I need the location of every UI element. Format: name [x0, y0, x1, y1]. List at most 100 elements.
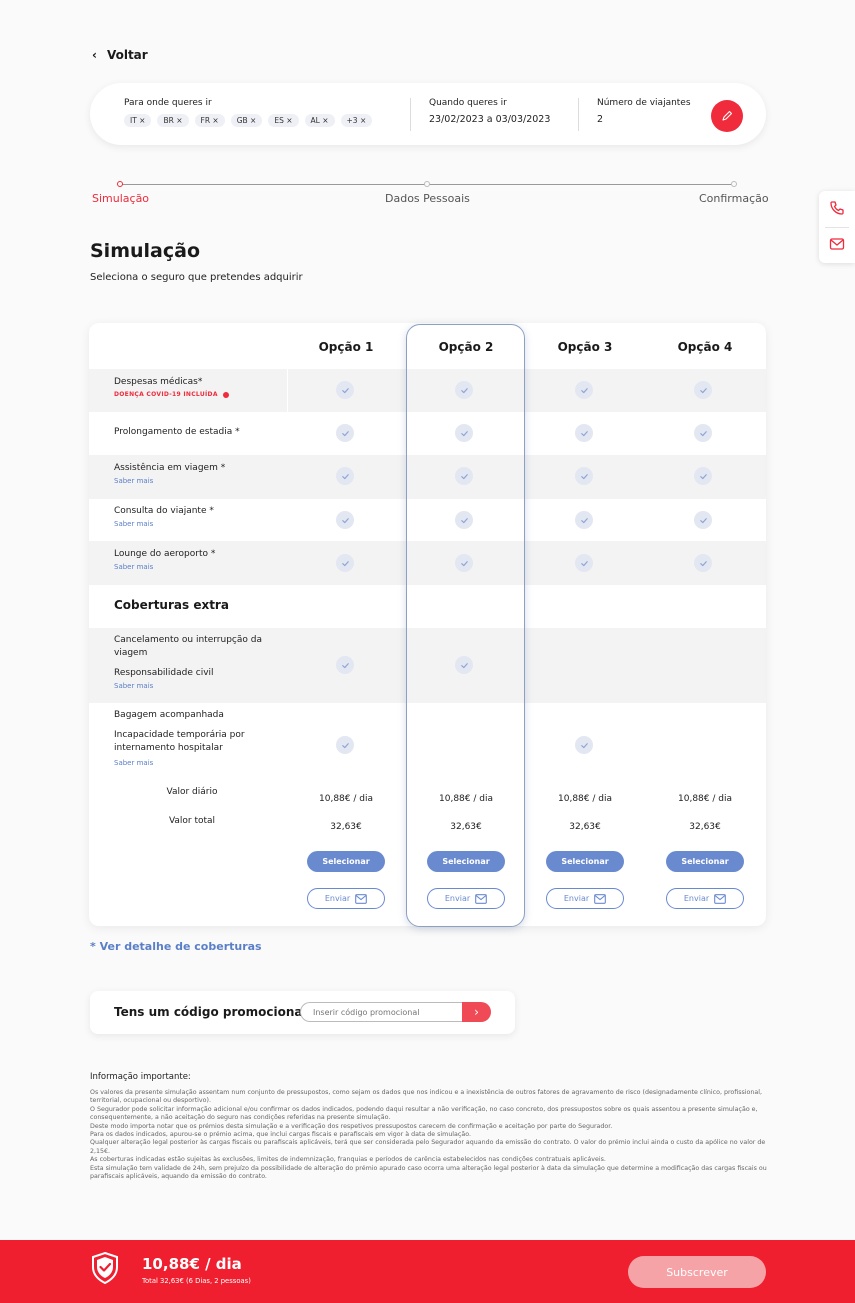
promo-submit-button[interactable]: › [462, 1002, 491, 1022]
row-label: Assistência em viagem * [114, 463, 226, 473]
dates-field[interactable]: Quando queres ir 23/02/2023 a 03/03/2023 [429, 98, 550, 125]
check-icon [694, 424, 712, 442]
send-option-1-button[interactable]: Enviar [307, 888, 385, 909]
info-dot-icon[interactable] [222, 391, 229, 398]
row-label: Bagagem acompanhada [114, 710, 224, 720]
stepper-line [120, 184, 426, 185]
row-label-lounge: Lounge do aeroporto * Saber mais [114, 549, 215, 571]
chevron-left-icon: ‹ [92, 48, 97, 62]
row-label: Despesas médicas* [114, 377, 203, 387]
row-label-incapacity: Incapacidade temporária por internamento… [114, 729, 264, 770]
row-label-cancel: Cancelamento ou interrupção da viagem [114, 634, 274, 660]
daily-value: 10,88€ / dia [439, 794, 493, 804]
destination-chip[interactable]: FR × [194, 114, 225, 127]
row-label-liability: Responsabilidade civil Saber mais [114, 668, 214, 690]
mail-icon [355, 893, 367, 904]
divider [578, 98, 579, 131]
extra-coverage-title: Coberturas extra [114, 598, 229, 612]
phone-icon[interactable] [829, 200, 845, 220]
check-icon [694, 554, 712, 572]
select-option-1-button[interactable]: Selecionar [307, 851, 385, 872]
check-icon [336, 736, 354, 754]
covid-tag: DOENÇA COVID-19 INCLUÍDA [114, 391, 229, 398]
destination-label: Para onde queres ir [124, 98, 212, 108]
check-icon [336, 511, 354, 529]
row-label: Cancelamento ou interrupção da viagem [114, 635, 262, 658]
select-option-3-button[interactable]: Selecionar [546, 851, 624, 872]
contact-float [819, 191, 855, 263]
check-icon [694, 467, 712, 485]
info-line: Qualquer alteração legal posterior às ca… [90, 1139, 766, 1155]
total-value: 32,63€ [689, 822, 721, 832]
back-label: Voltar [106, 48, 148, 62]
destination-chip[interactable]: IT × [124, 114, 152, 127]
destination-chip[interactable]: ES × [268, 114, 299, 127]
travelers-value: 2 [597, 114, 604, 125]
step-dot-simulacao [117, 181, 123, 187]
info-title: Informação importante: [90, 1072, 191, 1082]
row-label: Incapacidade temporária por internamento… [114, 730, 245, 753]
row-label: Consulta do viajante * [114, 506, 214, 516]
send-option-3-button[interactable]: Enviar [546, 888, 624, 909]
option-header: Opção 2 [438, 340, 494, 354]
select-option-2-button[interactable]: Selecionar [427, 851, 505, 872]
total-value: 32,63€ [569, 822, 601, 832]
back-button[interactable]: ‹ Voltar [92, 48, 148, 62]
dates-label: Quando queres ir [429, 98, 507, 108]
row-label-medical: Despesas médicas* DOENÇA COVID-19 INCLUÍ… [114, 377, 229, 398]
select-option-4-button[interactable]: Selecionar [666, 851, 744, 872]
step-confirmacao[interactable]: Confirmação [699, 192, 769, 205]
check-icon [575, 381, 593, 399]
step-simulacao[interactable]: Simulação [92, 192, 149, 205]
destination-chip[interactable]: GB × [230, 114, 263, 127]
check-icon [455, 424, 473, 442]
send-option-4-button[interactable]: Enviar [666, 888, 744, 909]
mail-icon[interactable] [829, 236, 845, 255]
travelers-field[interactable]: Número de viajantes 2 [597, 98, 691, 125]
step-dot-confirmacao [731, 181, 737, 187]
page-subtitle: Seleciona o seguro que pretendes adquiri… [90, 272, 303, 283]
footer-price: 10,88€ / dia [142, 1255, 242, 1273]
saber-mais-link[interactable]: Saber mais [114, 477, 225, 485]
check-icon [455, 554, 473, 572]
saber-mais-link[interactable]: Saber mais [114, 563, 215, 571]
check-icon [336, 554, 354, 572]
row-label: Responsabilidade civil [114, 668, 214, 678]
check-icon [575, 511, 593, 529]
divider [410, 98, 411, 131]
step-dot-dados [424, 181, 430, 187]
row-label-extension: Prolongamento de estadia * [114, 427, 240, 437]
send-option-2-button[interactable]: Enviar [427, 888, 505, 909]
check-icon [575, 554, 593, 572]
subscribe-button[interactable]: Subscrever [628, 1256, 766, 1288]
destination-field[interactable]: Para onde queres ir IT × BR × FR × GB × ES ×… [124, 98, 373, 127]
check-icon [575, 736, 593, 754]
send-label: Enviar [444, 894, 471, 903]
coverage-detail-link[interactable]: * Ver detalhe de coberturas [90, 940, 262, 953]
edit-search-button[interactable] [711, 100, 743, 132]
info-line: Esta simulação tem validade de 24h, sem … [90, 1164, 767, 1181]
row-label-consult: Consulta do viajante * Saber mais [114, 506, 214, 528]
total-value: 32,63€ [450, 822, 482, 832]
destination-chip[interactable]: +3 × [340, 114, 373, 127]
destination-chip[interactable]: BR × [157, 114, 189, 127]
stepper-line [429, 184, 731, 185]
promo-code-input[interactable] [300, 1002, 462, 1022]
saber-mais-link[interactable]: Saber mais [114, 520, 214, 528]
saber-mais-link[interactable]: Saber mais [114, 757, 264, 770]
mail-icon [714, 893, 726, 904]
check-icon [455, 467, 473, 485]
daily-value: 10,88€ / dia [319, 794, 373, 804]
daily-value: 10,88€ / dia [678, 794, 732, 804]
check-icon [694, 381, 712, 399]
check-icon [336, 424, 354, 442]
pencil-icon [722, 110, 733, 121]
destination-chips: IT × BR × FR × GB × ES × AL × +3 × [124, 114, 373, 127]
option-header: Opção 1 [318, 340, 374, 354]
info-line: Os valores da presente simulação assenta… [90, 1089, 762, 1105]
shield-check-icon [90, 1251, 120, 1289]
saber-mais-link[interactable]: Saber mais [114, 682, 214, 690]
check-icon [455, 656, 473, 674]
step-dados-pessoais[interactable]: Dados Pessoais [385, 192, 470, 205]
destination-chip[interactable]: AL × [304, 114, 335, 127]
